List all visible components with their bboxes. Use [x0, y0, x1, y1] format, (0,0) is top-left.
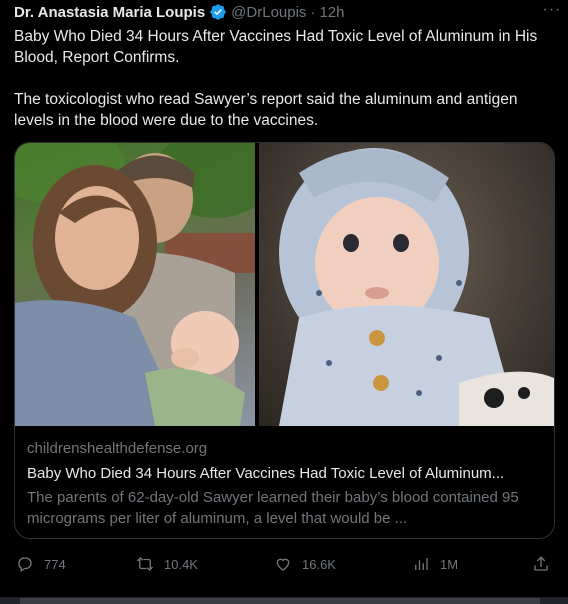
separator-dot: ·	[310, 3, 316, 21]
horizontal-scrollbar[interactable]	[0, 597, 568, 604]
author-name[interactable]: Dr. Anastasia Maria Loupis	[14, 4, 205, 21]
action-bar: 774 10.4K 16.6K 1M	[16, 553, 554, 575]
reply-icon	[18, 557, 32, 573]
heart-icon	[276, 558, 290, 571]
scrollbar-thumb[interactable]	[20, 598, 540, 604]
repost-count: 10.4K	[164, 556, 198, 572]
card-meta[interactable]: childrenshealthdefense.org Baby Who Died…	[27, 439, 542, 529]
tweet[interactable]: Dr. Anastasia Maria Loupis @DrLoupis · 1…	[0, 0, 568, 604]
tweet-text: Baby Who Died 34 Hours After Vaccines Ha…	[14, 26, 554, 131]
link-card[interactable]: childrenshealthdefense.org Baby Who Died…	[14, 142, 555, 539]
card-domain[interactable]: childrenshealthdefense.org	[27, 439, 542, 459]
card-images[interactable]	[15, 143, 554, 426]
tweet-paragraph-2: The toxicologist who read Sawyer’s repor…	[14, 91, 518, 129]
tweet-header: Dr. Anastasia Maria Loupis @DrLoupis · 1…	[14, 2, 556, 22]
baby-photo	[259, 143, 554, 426]
like-button[interactable]: 16.6K	[274, 555, 336, 573]
author-handle[interactable]: @DrLoupis	[231, 4, 306, 21]
share-icon	[534, 556, 548, 571]
card-description: The parents of 62-day-old Sawyer learned…	[27, 489, 519, 527]
views-count: 1M	[440, 556, 459, 572]
reply-button[interactable]: 774	[16, 555, 66, 573]
parents-with-baby-photo	[15, 143, 255, 426]
more-options-icon[interactable]: ···	[542, 1, 562, 18]
reply-count: 774	[44, 556, 66, 572]
verified-badge-icon	[209, 3, 227, 21]
card-title[interactable]: Baby Who Died 34 Hours After Vaccines Ha…	[27, 464, 542, 484]
views-chart-icon	[415, 558, 428, 570]
tweet-paragraph-1: Baby Who Died 34 Hours After Vaccines Ha…	[14, 28, 538, 66]
like-count: 16.6K	[302, 556, 336, 572]
repost-button[interactable]: 10.4K	[136, 555, 198, 573]
timestamp[interactable]: 12h	[319, 4, 344, 21]
repost-icon	[136, 557, 154, 571]
views-button[interactable]: 1M	[412, 555, 458, 573]
share-button[interactable]	[532, 555, 550, 573]
